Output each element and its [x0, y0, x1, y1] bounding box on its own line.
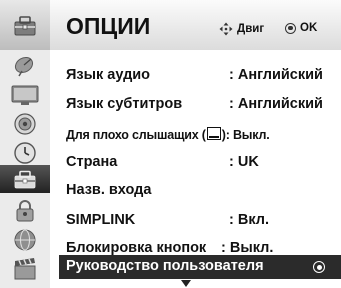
- film-clapper-icon[interactable]: [5, 257, 45, 281]
- menu-item-value: : Английский: [229, 67, 323, 83]
- ok-hint: OK: [285, 22, 317, 34]
- menu-item-label: Назв. входа: [66, 182, 152, 198]
- menu-item-hearing-impaired[interactable]: Для плохо слышащих ( ): Выкл.: [50, 121, 341, 146]
- menu-item-simplink[interactable]: SIMPLINK : Вкл.: [50, 208, 341, 233]
- menu-item-subtitle-language[interactable]: Язык субтитров : Английский: [50, 92, 341, 117]
- closed-caption-icon: [206, 127, 221, 140]
- menu-item-value: : UK: [229, 154, 259, 170]
- menu-item-label: Страна: [66, 154, 118, 170]
- menu-item-label: Блокировка кнопок: [66, 240, 207, 256]
- menu-item-label: Язык аудио: [66, 67, 151, 83]
- options-toolbox-icon: [14, 170, 36, 189]
- menu-item-country[interactable]: Страна : UK: [50, 150, 341, 175]
- menu-item-label: Для плохо слышащих ( ): Выкл.: [66, 126, 270, 142]
- ok-button-icon: [285, 22, 296, 34]
- tv-options-menu: ОПЦИИ Двиг OK Язык аудио: Английский Яз…: [0, 0, 341, 288]
- menu-item-label: Язык субтитров: [66, 96, 183, 112]
- options-toolbox-icon: [0, 0, 50, 50]
- move-hint: Двиг: [219, 22, 264, 36]
- down-arrow-icon[interactable]: [181, 280, 191, 287]
- satellite-dish-icon[interactable]: [5, 54, 45, 78]
- menu-header: ОПЦИИ Двиг OK: [0, 0, 341, 50]
- menu-item-value: : Вкл.: [229, 212, 270, 228]
- ok-select-icon: [313, 261, 325, 273]
- menu-item-label: SIMPLINK: [66, 212, 136, 228]
- category-sidebar: [0, 50, 50, 288]
- hearing-impaired-status: ): Выкл.: [221, 128, 270, 142]
- hearing-impaired-label: Для плохо слышащих (: [66, 128, 206, 142]
- lock-icon[interactable]: [5, 199, 45, 223]
- menu-item-label: Руководство пользователя: [66, 258, 264, 274]
- options-category-active[interactable]: [0, 165, 50, 193]
- menu-item-value: : Английский: [229, 96, 323, 112]
- menu-item-user-guide[interactable]: Руководство пользователя: [59, 255, 341, 279]
- page-title: ОПЦИИ: [66, 13, 151, 39]
- menu-item-audio-language[interactable]: Язык аудио : Английский: [50, 63, 341, 88]
- navigation-arrows-icon: [219, 22, 233, 36]
- menu-item-value: : Выкл.: [221, 240, 274, 256]
- speaker-audio-icon[interactable]: [5, 112, 45, 136]
- tv-picture-icon[interactable]: [5, 83, 45, 107]
- options-menu-list: Язык аудио : Английский Язык субтитров :…: [50, 50, 341, 288]
- move-hint-label: Двиг: [237, 23, 265, 35]
- ok-hint-label: OK: [300, 22, 318, 34]
- menu-item-input-label[interactable]: Назв. входа: [50, 178, 341, 203]
- clock-time-icon[interactable]: [5, 141, 45, 165]
- network-globe-icon[interactable]: [5, 228, 45, 252]
